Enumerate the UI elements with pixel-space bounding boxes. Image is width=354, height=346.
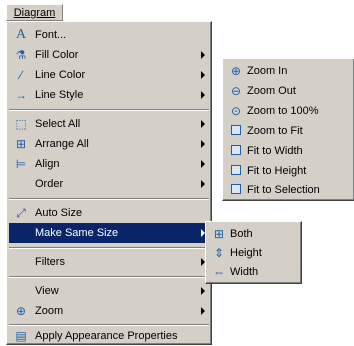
fit-height-item[interactable]: Fit to Height xyxy=(225,161,352,181)
fit-selection-icon xyxy=(228,183,244,197)
zoom-100-icon: ⊙ xyxy=(230,104,242,118)
zoom-out-icon: ⊖ xyxy=(230,84,242,98)
fit-width-item[interactable]: Fit to Width xyxy=(225,141,352,161)
zoom-submenu: ⊕ Zoom In ⊖ Zoom Out ⊙ Zoom to 100% Zoom… xyxy=(222,58,354,201)
submenu-arrow-icon xyxy=(201,51,205,59)
zoom-100-item[interactable]: ⊙ Zoom to 100% xyxy=(225,101,352,121)
menu-item-select-all[interactable]: ⬚ Select All xyxy=(9,114,209,134)
menu-item-line-color[interactable]: ∕ Line Color xyxy=(9,65,209,85)
submenu-arrow-icon xyxy=(201,71,205,79)
zoom-in-item[interactable]: ⊕ Zoom In xyxy=(225,61,352,81)
menu-item-apply-appearance-properties[interactable]: ▤ Apply Appearance Properties xyxy=(9,326,209,346)
diagram-menu-label: Diagram xyxy=(13,6,56,19)
same-size-both-icon: ⊞ xyxy=(213,227,225,241)
zoom-fit-icon xyxy=(228,124,244,138)
fit-selection-item[interactable]: Fit to Selection xyxy=(225,180,352,200)
zoom-fit-item[interactable]: Zoom to Fit xyxy=(225,121,352,141)
menu-item-auto-size[interactable]: ⤢ Auto Size xyxy=(9,203,209,223)
submenu-arrow-icon xyxy=(201,307,205,315)
line-style-icon: → xyxy=(15,88,27,102)
same-height-icon: ⇕ xyxy=(213,246,225,260)
menu-item-arrange-all[interactable]: ⊞ Arrange All xyxy=(9,134,209,154)
menu-item-align[interactable]: ⊨ Align xyxy=(9,154,209,174)
zoom-in-icon: ⊕ xyxy=(230,64,242,78)
menu-item-view[interactable]: View xyxy=(9,281,209,301)
submenu-arrow-icon xyxy=(201,120,205,128)
same-height-item[interactable]: ⇕ Height xyxy=(208,243,299,263)
menu-item-fill-color[interactable]: ⚗ Fill Color xyxy=(9,45,209,65)
fill-color-icon: ⚗ xyxy=(15,48,27,62)
menu-item-filters[interactable]: Filters xyxy=(9,252,209,272)
same-width-item[interactable]: ⇔ Width xyxy=(208,262,299,282)
font-icon: A xyxy=(15,27,27,42)
submenu-arrow-icon xyxy=(201,160,205,168)
submenu-arrow-icon xyxy=(201,180,205,188)
zoom-icon: ⊕ xyxy=(15,304,27,318)
menu-separator xyxy=(9,247,209,249)
fit-width-icon xyxy=(228,144,244,158)
same-width-icon: ⇔ xyxy=(213,265,225,279)
menu-separator xyxy=(9,276,209,278)
submenu-arrow-icon xyxy=(201,91,205,99)
diagram-menu[interactable]: Diagram xyxy=(6,4,63,21)
fit-height-icon xyxy=(228,164,244,178)
menu-separator xyxy=(9,109,209,111)
make-same-size-submenu: ⊞ Both ⇕ Height ⇔ Width xyxy=(205,221,302,284)
submenu-arrow-icon xyxy=(201,287,205,295)
apply-appearance-icon: ▤ xyxy=(15,329,27,343)
diagram-dropdown-menu: A Font... ⚗ Fill Color ∕ Line Color → Li… xyxy=(6,21,212,345)
select-all-icon: ⬚ xyxy=(15,117,27,131)
arrange-all-icon: ⊞ xyxy=(15,137,27,151)
auto-size-icon: ⤢ xyxy=(16,206,26,220)
line-color-icon: ∕ xyxy=(19,68,22,82)
menu-item-font[interactable]: A Font... xyxy=(9,25,209,45)
menu-separator xyxy=(9,198,209,200)
zoom-out-item[interactable]: ⊖ Zoom Out xyxy=(225,81,352,101)
menu-item-line-style[interactable]: → Line Style xyxy=(9,85,209,105)
menu-item-zoom[interactable]: ⊕ Zoom xyxy=(9,301,209,321)
menu-item-order[interactable]: Order xyxy=(9,174,209,194)
menu-item-make-same-size[interactable]: Make Same Size xyxy=(9,223,209,243)
same-size-both-item[interactable]: ⊞ Both xyxy=(208,224,299,244)
submenu-arrow-icon xyxy=(201,140,205,148)
align-icon: ⊨ xyxy=(15,157,27,171)
